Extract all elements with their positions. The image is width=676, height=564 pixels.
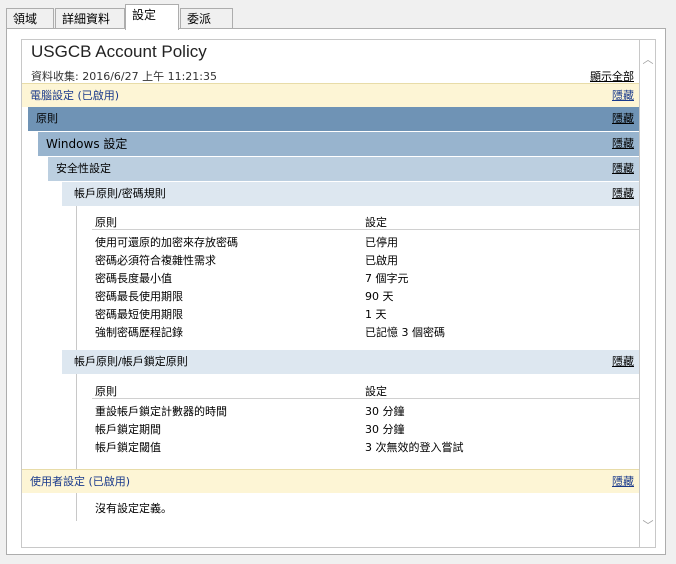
tab-settings[interactable]: 設定 — [125, 4, 179, 30]
tab-details[interactable]: 詳細資料 — [55, 8, 125, 29]
policy-value: 1 天 — [365, 308, 387, 321]
policy-name: 帳戶鎖定閾值 — [95, 441, 161, 454]
data-collected-timestamp: 資料收集: 2016/6/27 上午 11:21:35 — [31, 70, 218, 83]
policies-header[interactable]: 原則 隱藏 — [28, 107, 639, 131]
lockout-policy-indent — [76, 374, 77, 470]
password-policy-label: 帳戶原則/密碼規則 — [74, 187, 166, 200]
policy-value: 30 分鐘 — [365, 405, 405, 418]
tab-delegation[interactable]: 委派 — [180, 8, 233, 29]
col-setting-header: 設定 — [365, 216, 387, 229]
scroll-down-icon[interactable]: ﹀ — [642, 520, 654, 532]
user-config-label: 使用者設定 (已啟用) — [30, 475, 131, 488]
scroll-up-icon[interactable]: ︿ — [642, 54, 654, 66]
hide-policies-link[interactable]: 隱藏 — [612, 107, 634, 131]
vertical-scrollbar[interactable]: ︿ ﹀ — [640, 39, 656, 548]
user-config-indent — [76, 493, 77, 521]
hide-password-policy-link[interactable]: 隱藏 — [612, 182, 634, 206]
no-settings-text: 沒有設定定義。 — [95, 502, 172, 515]
policy-name: 密碼最長使用期限 — [95, 290, 183, 303]
policy-value: 7 個字元 — [365, 272, 409, 285]
lockout-policy-header[interactable]: 帳戶原則/帳戶鎖定原則 隱藏 — [62, 350, 639, 374]
lockout-policy-label: 帳戶原則/帳戶鎖定原則 — [74, 355, 188, 368]
user-config-header[interactable]: 使用者設定 (已啟用) 隱藏 — [22, 469, 639, 493]
security-settings-label: 安全性設定 — [56, 162, 111, 175]
password-policy-indent — [76, 206, 77, 350]
col-setting-header: 設定 — [365, 385, 387, 398]
col-policy-header: 原則 — [95, 385, 117, 398]
settings-panel: USGCB Account Policy 資料收集: 2016/6/27 上午 … — [6, 28, 666, 555]
hide-windows-settings-link[interactable]: 隱藏 — [612, 132, 634, 156]
settings-report[interactable]: USGCB Account Policy 資料收集: 2016/6/27 上午 … — [21, 39, 640, 548]
table-header-divider — [92, 229, 639, 230]
policy-value: 30 分鐘 — [365, 423, 405, 436]
table-header-divider — [92, 398, 639, 399]
policy-value: 已記憶 3 個密碼 — [365, 326, 445, 339]
policy-name: 密碼最短使用期限 — [95, 308, 183, 321]
security-settings-header[interactable]: 安全性設定 隱藏 — [48, 157, 639, 181]
policy-value: 90 天 — [365, 290, 394, 303]
policies-label: 原則 — [36, 112, 58, 125]
policy-name: 密碼必須符合複雜性需求 — [95, 254, 216, 267]
policy-name: 密碼長度最小值 — [95, 272, 172, 285]
col-policy-header: 原則 — [95, 216, 117, 229]
policy-name: 使用可還原的加密來存放密碼 — [95, 236, 238, 249]
policy-name: 重設帳戶鎖定計數器的時間 — [95, 405, 227, 418]
computer-config-header[interactable]: 電腦設定 (已啟用) 隱藏 — [22, 83, 639, 107]
hide-computer-config-link[interactable]: 隱藏 — [612, 84, 634, 108]
policy-name: 帳戶鎖定期間 — [95, 423, 161, 436]
policy-value: 已停用 — [365, 236, 398, 249]
hide-security-settings-link[interactable]: 隱藏 — [612, 157, 634, 181]
policy-name: 強制密碼歷程記錄 — [95, 326, 183, 339]
report-title: USGCB Account Policy — [31, 42, 207, 61]
computer-config-label: 電腦設定 (已啟用) — [30, 89, 120, 102]
password-policy-header[interactable]: 帳戶原則/密碼規則 隱藏 — [62, 182, 639, 206]
policy-value: 已啟用 — [365, 254, 398, 267]
windows-settings-label: Windows 設定 — [46, 137, 128, 151]
show-all-link[interactable]: 顯示全部 — [590, 68, 634, 84]
hide-user-config-link[interactable]: 隱藏 — [612, 470, 634, 494]
windows-settings-header[interactable]: Windows 設定 隱藏 — [38, 132, 639, 156]
policy-value: 3 次無效的登入嘗試 — [365, 441, 464, 454]
tab-domain[interactable]: 領域 — [6, 8, 54, 29]
hide-lockout-policy-link[interactable]: 隱藏 — [612, 350, 634, 374]
